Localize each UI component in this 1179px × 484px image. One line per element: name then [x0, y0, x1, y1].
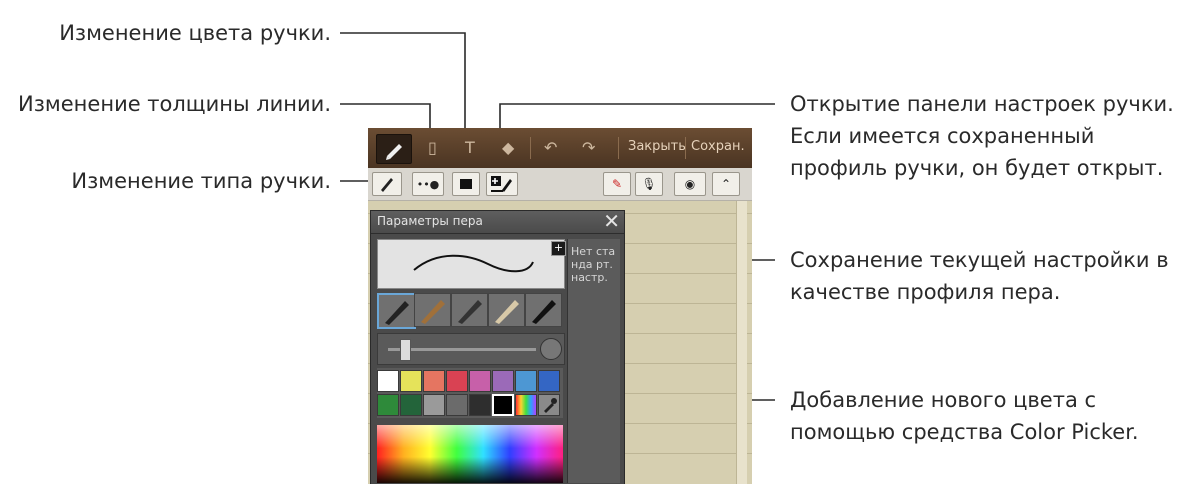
slider-thumb[interactable]: [400, 339, 411, 361]
panel-header: Параметры пера ✕: [371, 209, 624, 234]
annotation-add-color-line1: Добавление нового цвета с: [790, 388, 1097, 412]
collapse-button[interactable]: ⌃: [712, 172, 740, 196]
device-screen: ▯ T ◆ ↶ ↷ Закрыть Сохран. ••● ✎ 🎙 ◉ ⌃ Па…: [368, 128, 752, 484]
toolbar-divider: [530, 137, 531, 159]
brush-icon: ✎: [611, 177, 623, 191]
fountain-pen-icon: [385, 301, 409, 325]
chevron-up-icon: ⌃: [720, 177, 732, 191]
annotation-pen-settings-line2: Если имеется сохраненный: [790, 124, 1095, 148]
color-spectrum[interactable]: [377, 425, 563, 483]
color-swatch[interactable]: [515, 370, 537, 392]
toolbar-divider: [618, 137, 619, 159]
close-button[interactable]: Закрыть: [628, 139, 686, 154]
color-palette: [377, 368, 563, 418]
fill-button[interactable]: ◆: [494, 134, 524, 162]
highlighter-icon: [495, 300, 519, 324]
line-width-icon: ••●: [416, 178, 440, 191]
annotation-pen-color: Изменение цвета ручки.: [59, 21, 331, 45]
pen-type-pen[interactable]: [377, 293, 416, 329]
color-swatch[interactable]: [377, 394, 399, 416]
color-swatch[interactable]: [538, 370, 560, 392]
annotation-line-width: Изменение толщины линии.: [18, 92, 331, 116]
pen-color-button[interactable]: [452, 172, 480, 196]
color-swatch[interactable]: [400, 370, 422, 392]
color-swatch[interactable]: [377, 370, 399, 392]
redo-button[interactable]: ↷: [574, 134, 604, 162]
marker-icon: [532, 300, 556, 324]
text-icon: T: [465, 138, 475, 157]
line-width-button[interactable]: ••●: [412, 172, 444, 196]
pen-profile-list[interactable]: Нет станда рт. настр.: [567, 239, 620, 483]
annotation-pen-settings-line1: Открытие панели настроек ручки.: [790, 92, 1174, 116]
stroke-preview: [377, 239, 565, 289]
pen-mode-button[interactable]: [376, 134, 412, 164]
color-swatch[interactable]: [423, 370, 445, 392]
pen-type-button[interactable]: [372, 172, 402, 196]
line-width-slider[interactable]: [377, 333, 565, 365]
background-button[interactable]: ◉: [674, 172, 706, 196]
annotation-pen-settings-line3: профиль ручки, он будет открыт.: [790, 156, 1164, 180]
eraser-button[interactable]: ▯: [418, 134, 448, 162]
add-profile-button[interactable]: +: [551, 241, 566, 256]
annotation-save-profile-line2: качестве профиля пера.: [790, 280, 1061, 304]
color-swatch[interactable]: [492, 394, 514, 416]
pen-type-selector: [377, 293, 563, 329]
panel-title: Параметры пера: [377, 214, 483, 228]
pencil-icon: [458, 300, 482, 324]
pen-type-pencil[interactable]: [451, 293, 488, 327]
microphone-icon: 🎙: [641, 177, 657, 191]
color-swatch[interactable]: [400, 394, 422, 416]
pen-type-brush[interactable]: [414, 293, 451, 327]
pen-type-icon: [381, 178, 393, 192]
annotation-pen-settings: Открытие панели настроек ручки. Если име…: [790, 88, 1174, 184]
pen-settings-icon: [491, 176, 512, 192]
fill-icon: ◆: [502, 138, 515, 157]
stroke-preview-curve: [413, 254, 534, 273]
pen-icon: [386, 144, 402, 160]
rainbow-swatch[interactable]: [515, 394, 537, 416]
eraser-icon: ▯: [428, 138, 437, 157]
color-swatch[interactable]: [423, 394, 445, 416]
close-icon[interactable]: ✕: [603, 209, 620, 233]
undo-icon: ↶: [544, 138, 558, 157]
redo-icon: ↷: [582, 138, 596, 157]
pen-settings-panel: Параметры пера ✕ + Нет станда рт. настр.: [370, 209, 625, 484]
save-button[interactable]: Сохран.: [691, 139, 745, 154]
color-swatch[interactable]: [446, 370, 468, 392]
width-preview-dot: [540, 338, 562, 360]
profile-empty-text: Нет станда рт. настр.: [571, 245, 616, 284]
scrollbar[interactable]: [736, 201, 747, 484]
pen-type-highlighter[interactable]: [488, 293, 525, 327]
toolbar-divider: [685, 137, 686, 159]
color-picker-icon[interactable]: [538, 394, 560, 416]
palette-icon: ◉: [684, 177, 696, 191]
annotation-pen-type: Изменение типа ручки.: [71, 169, 331, 193]
color-swatch[interactable]: [469, 370, 491, 392]
top-toolbar: ▯ T ◆ ↶ ↷ Закрыть Сохран.: [368, 128, 752, 168]
pen-toolbar: ••● ✎ 🎙 ◉ ⌃: [368, 168, 752, 201]
annotation-save-profile-line1: Сохранение текущей настройки в: [790, 248, 1169, 272]
color-swatch[interactable]: [492, 370, 514, 392]
pen-settings-button[interactable]: [486, 172, 518, 196]
text-mode-button[interactable]: T: [456, 134, 486, 162]
pen-color-icon: [460, 179, 472, 189]
color-swatch[interactable]: [469, 394, 491, 416]
brush-icon: [421, 300, 445, 324]
annotation-add-color-line2: помощью средства Color Picker.: [790, 420, 1139, 444]
undo-button[interactable]: ↶: [536, 134, 566, 162]
annotation-add-color: Добавление нового цвета с помощью средст…: [790, 384, 1139, 448]
shape-tool-button[interactable]: ✎: [603, 172, 631, 196]
pen-type-marker[interactable]: [525, 293, 562, 327]
voice-button[interactable]: 🎙: [635, 172, 663, 196]
annotation-save-profile: Сохранение текущей настройки в качестве …: [790, 244, 1169, 308]
color-swatch[interactable]: [446, 394, 468, 416]
